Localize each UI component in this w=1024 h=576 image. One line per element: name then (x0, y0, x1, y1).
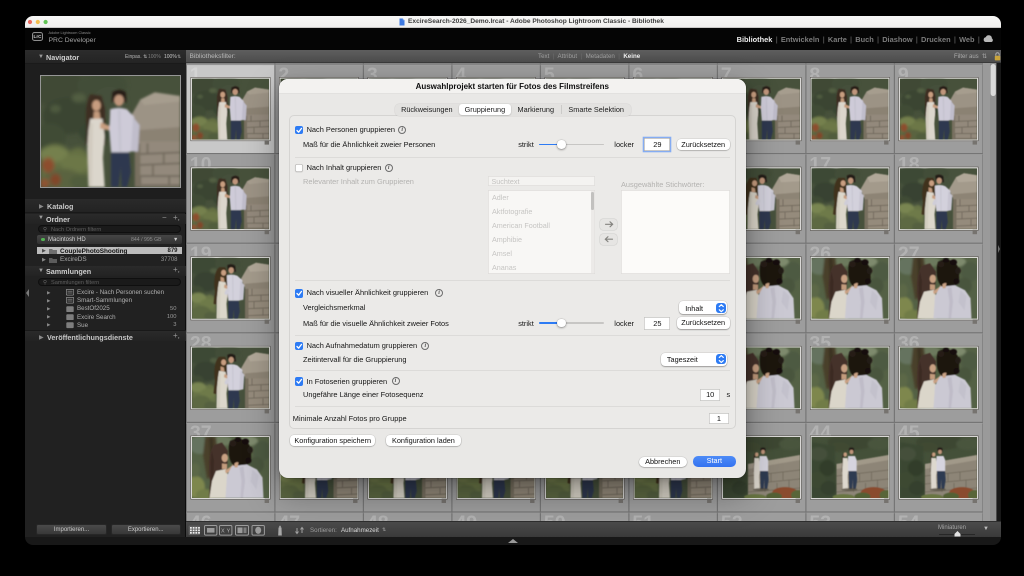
svg-text:46: 46 (190, 512, 212, 521)
svg-text:Y: Y (227, 529, 231, 535)
svg-text:X: X (221, 529, 225, 535)
svg-text:50: 50 (544, 512, 566, 521)
svg-text:53: 53 (809, 512, 831, 521)
svg-text:48: 48 (367, 512, 389, 521)
svg-text:51: 51 (632, 512, 654, 521)
svg-text:49: 49 (455, 512, 477, 521)
svg-text:54: 54 (898, 512, 920, 521)
svg-text:52: 52 (721, 512, 743, 521)
svg-text:47: 47 (278, 512, 300, 521)
